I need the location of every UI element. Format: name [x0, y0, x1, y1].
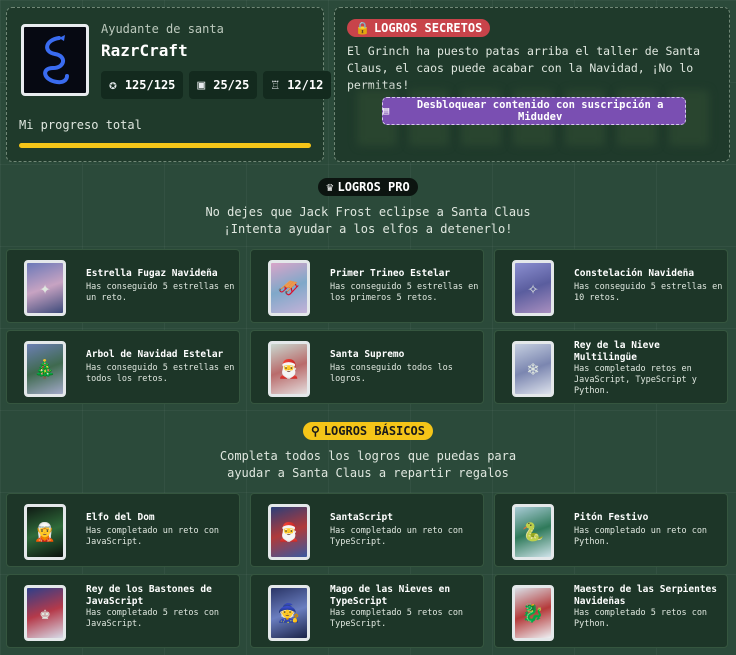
achievement-card[interactable]: 🧙 Mago de las Nieves en TypeScript Has c…	[250, 574, 484, 648]
stat-gifts: ▣ 25/25	[189, 71, 258, 99]
basic-section-header: ⚲ LOGROS BÁSICOS Completa todos los logr…	[0, 420, 736, 482]
achievement-description: Has completado un reto con Python.	[574, 526, 708, 547]
top-row: Ayudante de santa RazrCraft ✪ 125/125 ▣ …	[6, 7, 730, 162]
achievement-description: Has completado un reto con TypeScript.	[330, 526, 464, 547]
twitch-icon: ▤	[383, 105, 390, 117]
trophy-icon: ♖	[271, 77, 280, 93]
profile-panel: Ayudante de santa RazrCraft ✪ 125/125 ▣ …	[6, 7, 332, 162]
pro-description: No dejes que Jack Frost eclipse a Santa …	[0, 204, 736, 238]
achievement-title: Rey de la Nieve Multilingüe	[574, 340, 660, 363]
secret-panel: 🔒 LOGROS SECRETOS El Grinch ha puesto pa…	[334, 7, 730, 162]
achievement-card[interactable]: ♚ Rey de los Bastones de JavaScript Has …	[6, 574, 240, 648]
achievement-title: Elfo del Dom	[86, 512, 155, 523]
stat-stars: ✪ 125/125	[101, 71, 184, 99]
constellation-icon: ✧	[512, 260, 554, 316]
stats-row: ✪ 125/125 ▣ 25/25 ♖ 12/12	[101, 71, 332, 99]
stat-trophies-value: 12/12	[287, 78, 324, 92]
pro-badge: ♛ LOGROS PRO	[318, 178, 418, 196]
achievement-card[interactable]: 🐉 Maestro de las Serpientes Navideñas Ha…	[494, 574, 728, 648]
secret-description: El Grinch ha puesto patas arriba el tall…	[347, 44, 701, 92]
achievement-card[interactable]: 🧝 Elfo del Dom Has completado un reto co…	[6, 493, 240, 567]
achievement-card[interactable]: 🎄 Arbol de Navidad Estelar Has conseguid…	[6, 330, 240, 404]
stat-gifts-value: 25/25	[213, 78, 250, 92]
king-icon: ♚	[24, 585, 66, 641]
achievement-description: Has conseguido todos los logros.	[330, 363, 453, 384]
candy-cane-icon: ⚲	[311, 424, 320, 438]
elf-icon: 🧝	[24, 504, 66, 560]
stat-stars-value: 125/125	[124, 78, 176, 92]
achievement-card[interactable]: 🐍 Pitón Festivo Has completado un reto c…	[494, 493, 728, 567]
star-icon: ✪	[109, 77, 117, 93]
sleigh-icon: 🛷	[268, 260, 310, 316]
python-icon: 🐍	[512, 504, 554, 560]
achievement-description: Has completado un reto con JavaScript.	[86, 526, 220, 547]
christmas-tree-icon: 🎄	[24, 341, 66, 397]
basic-description: Completa todos los logros que puedas par…	[0, 448, 736, 482]
secret-badge-label: LOGROS SECRETOS	[373, 21, 483, 35]
basic-badge: ⚲ LOGROS BÁSICOS	[303, 422, 433, 440]
snow-king-icon: ❄	[512, 341, 554, 397]
unlock-button-label: Desbloquear contenido con suscripción a …	[416, 99, 664, 123]
achievement-card[interactable]: ✦ Estrella Fugaz Navideña Has conseguido…	[6, 249, 240, 323]
santa-icon: 🎅	[268, 341, 310, 397]
progress-bar	[19, 143, 311, 148]
achievement-card[interactable]: ✧ Constelación Navideña Has conseguido 5…	[494, 249, 728, 323]
serpent-icon: 🐉	[512, 585, 554, 641]
avatar	[21, 24, 89, 96]
achievement-title: Santa Supremo	[330, 349, 405, 360]
basic-line-2: ayudar a Santa Claus a repartir regalos	[227, 466, 509, 480]
achievement-title: Pitón Festivo	[574, 512, 649, 523]
achievement-card[interactable]: 🎅 SantaScript Has completado un reto con…	[250, 493, 484, 567]
achievement-description: Has completado retos en JavaScript, Type…	[574, 364, 697, 396]
achievement-description: Has completado 5 retos con Python.	[574, 608, 708, 629]
wizard-icon: 🧙	[268, 585, 310, 641]
achievement-description: Has conseguido 5 estrellas en un reto.	[86, 282, 235, 303]
crown-icon: ♛	[326, 180, 334, 194]
achievement-description: Has conseguido 5 estrellas en 10 retos.	[574, 282, 723, 303]
secret-badge: 🔒 LOGROS SECRETOS	[347, 19, 491, 37]
dragon-icon	[43, 35, 69, 85]
achievement-title: Mago de las Nieves en TypeScript	[330, 584, 451, 607]
achievement-card[interactable]: 🎅 Santa Supremo Has conseguido todos los…	[250, 330, 484, 404]
stat-trophies: ♖ 12/12	[263, 71, 332, 99]
basic-line-1: Completa todos los logros que puedas par…	[219, 449, 517, 463]
basic-achievements-grid: 🧝 Elfo del Dom Has completado un reto co…	[6, 493, 730, 648]
achievement-title: Constelación Navideña	[574, 268, 695, 279]
basic-badge-label: LOGROS BÁSICOS	[323, 424, 425, 438]
santa-script-icon: 🎅	[268, 504, 310, 560]
achievement-card[interactable]: ❄ Rey de la Nieve Multilingüe Has comple…	[494, 330, 728, 404]
progress-fill	[19, 143, 311, 148]
pro-line-1: No dejes que Jack Frost eclipse a Santa …	[205, 205, 531, 219]
username: RazrCraft	[101, 41, 188, 60]
achievement-description: Has completado 5 retos con JavaScript.	[86, 608, 220, 629]
achievement-title: SantaScript	[330, 512, 393, 523]
achievement-title: Estrella Fugaz Navideña	[86, 268, 218, 279]
progress-label: Mi progreso total	[19, 118, 142, 132]
pro-section-header: ♛ LOGROS PRO No dejes que Jack Frost ecl…	[0, 176, 736, 238]
achievement-title: Arbol de Navidad Estelar	[86, 349, 224, 360]
achievement-title: Primer Trineo Estelar	[330, 268, 451, 279]
achievement-description: Has completado 5 retos con TypeScript.	[330, 608, 464, 629]
achievement-title: Maestro de las Serpientes Navideñas	[574, 584, 717, 607]
achievement-description: Has conseguido 5 estrellas en los primer…	[330, 282, 479, 303]
unlock-button[interactable]: ▤ Desbloquear contenido con suscripción …	[382, 97, 686, 125]
pro-achievements-grid: ✦ Estrella Fugaz Navideña Has conseguido…	[6, 249, 730, 404]
achievement-title: Rey de los Bastones de JavaScript	[86, 584, 212, 607]
lock-icon: 🔒	[355, 21, 370, 35]
pro-badge-label: LOGROS PRO	[337, 180, 410, 194]
achievement-card[interactable]: 🛷 Primer Trineo Estelar Has conseguido 5…	[250, 249, 484, 323]
user-role: Ayudante de santa	[101, 22, 224, 36]
pro-line-2: ¡Intenta ayudar a los elfos a detenerlo!	[223, 222, 513, 236]
achievement-description: Has conseguido 5 estrellas en todos los …	[86, 363, 235, 384]
shooting-star-icon: ✦	[24, 260, 66, 316]
gift-icon: ▣	[197, 77, 206, 93]
